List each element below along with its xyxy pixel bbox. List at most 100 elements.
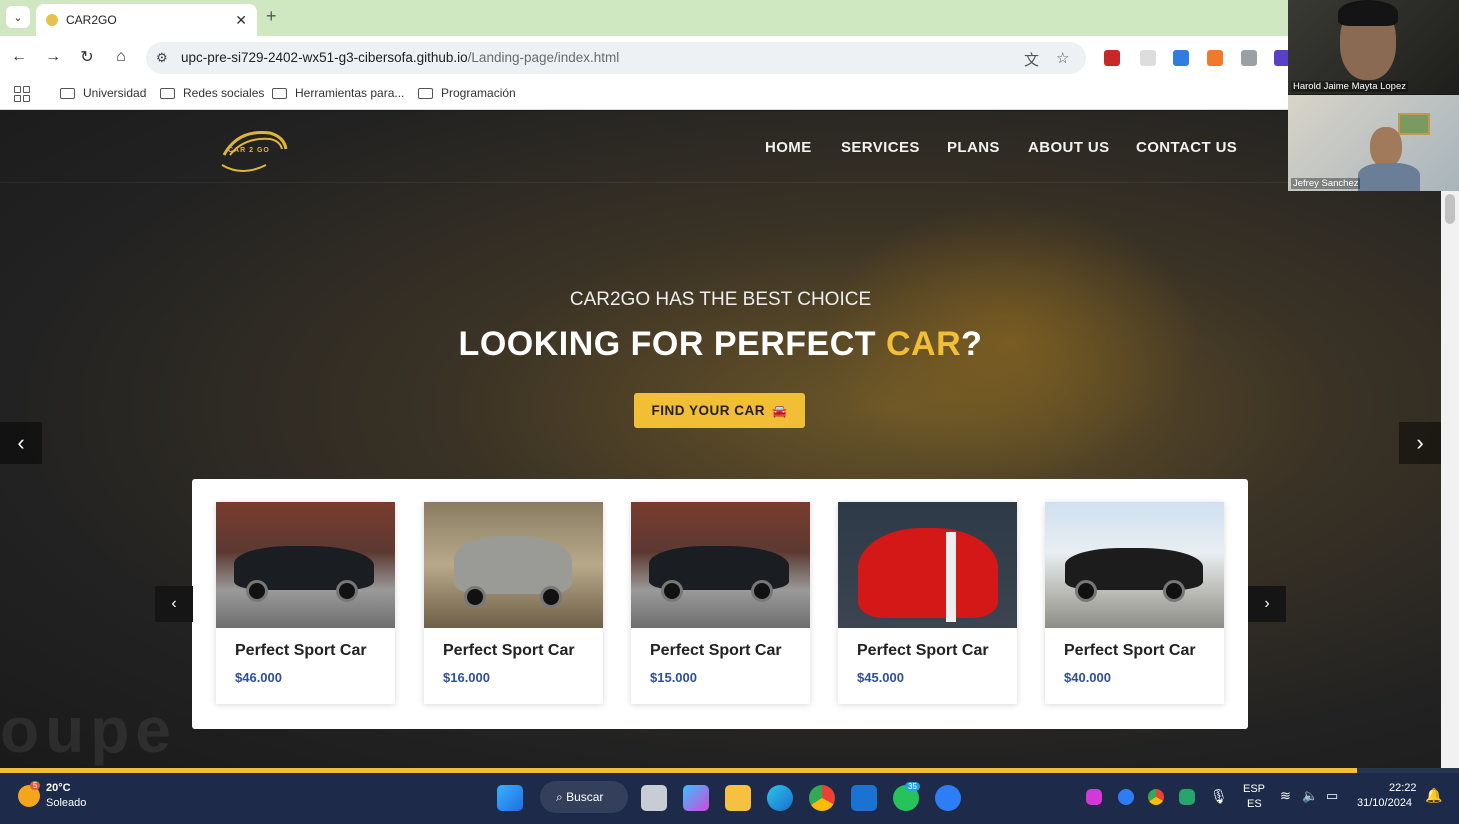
- car-image: [1045, 502, 1224, 628]
- car-icon: 🚘: [772, 403, 788, 418]
- zoom-icon[interactable]: [935, 785, 961, 811]
- video-tile[interactable]: Jefrey Sanchez: [1288, 95, 1459, 191]
- participant-name: Jefrey Sanchez: [1291, 178, 1361, 189]
- nav-home[interactable]: HOME: [765, 139, 812, 156]
- url-text: upc-pre-si729-2402-wx51-g3-cibersofa.git…: [181, 50, 620, 65]
- forward-icon[interactable]: →: [42, 46, 64, 68]
- hero-title: LOOKING FOR PERFECT CAR?: [458, 325, 983, 363]
- file-explorer-icon[interactable]: [725, 785, 751, 811]
- taskbar: 5 20°C Soleado ⌕ Buscar 35 🎙 ESP ES ≋ 🔈 …: [0, 773, 1459, 824]
- carousel-next-arrow[interactable]: ›: [1248, 586, 1286, 622]
- edge-icon[interactable]: [767, 785, 793, 811]
- car-price: $40.000: [1064, 670, 1111, 685]
- outlook-icon[interactable]: [851, 785, 877, 811]
- hero-next-arrow[interactable]: ›: [1399, 422, 1441, 464]
- car-card[interactable]: Perfect Sport Car $15.000: [631, 502, 810, 704]
- car-name: Perfect Sport Car: [857, 642, 989, 659]
- tab-title: CAR2GO: [66, 13, 117, 27]
- tray-app-icon[interactable]: [1086, 789, 1102, 805]
- security-tray-icon[interactable]: [1179, 789, 1195, 805]
- car-card[interactable]: Perfect Sport Car $16.000: [424, 502, 603, 704]
- volume-icon[interactable]: 🔈: [1302, 788, 1318, 804]
- new-tab-icon[interactable]: +: [266, 6, 277, 27]
- carousel-prev-arrow[interactable]: ‹: [155, 586, 193, 622]
- car-card[interactable]: Perfect Sport Car $40.000: [1045, 502, 1224, 704]
- address-bar[interactable]: ⚙ upc-pre-si729-2402-wx51-g3-cibersofa.g…: [146, 42, 1086, 74]
- weather-temp: 20°C: [46, 782, 71, 794]
- find-your-car-button[interactable]: FIND YOUR CAR 🚘: [634, 393, 805, 428]
- whatsapp-badge: 35: [905, 782, 920, 791]
- car-name: Perfect Sport Car: [1064, 642, 1196, 659]
- bookmarks-bar: Universidad Redes sociales Herramientas …: [0, 78, 1288, 110]
- participant-name: Harold Jaime Mayta Lopez: [1291, 81, 1408, 92]
- car-price: $46.000: [235, 670, 282, 685]
- video-tile[interactable]: Harold Jaime Mayta Lopez: [1288, 0, 1459, 94]
- folder-icon: [160, 87, 175, 99]
- car-card[interactable]: Perfect Sport Car $46.000: [216, 502, 395, 704]
- extension-icon[interactable]: [1241, 50, 1257, 66]
- task-view-icon[interactable]: [641, 785, 667, 811]
- browser-tab[interactable]: CAR2GO ✕: [36, 4, 257, 36]
- car-price: $15.000: [650, 670, 697, 685]
- car-name: Perfect Sport Car: [650, 642, 782, 659]
- start-icon[interactable]: [497, 785, 523, 811]
- background-text: oupe: [0, 694, 177, 766]
- car-name: Perfect Sport Car: [443, 642, 575, 659]
- close-icon[interactable]: ✕: [235, 12, 247, 29]
- hero-prev-arrow[interactable]: ‹: [0, 422, 42, 464]
- reload-icon[interactable]: ↻: [76, 46, 98, 68]
- tab-search-button[interactable]: ⌄: [6, 6, 30, 28]
- bookmark-folder[interactable]: Universidad: [60, 86, 146, 100]
- car-image: [838, 502, 1017, 628]
- wifi-icon[interactable]: ≋: [1280, 788, 1291, 804]
- chrome-tray-icon[interactable]: [1148, 789, 1164, 805]
- extension-icon[interactable]: [1140, 50, 1156, 66]
- nav-services[interactable]: SERVICES: [841, 139, 920, 156]
- chrome-icon[interactable]: [809, 785, 835, 811]
- car-card[interactable]: Perfect Sport Car $45.000: [838, 502, 1017, 704]
- car-price: $45.000: [857, 670, 904, 685]
- battery-icon[interactable]: ▭: [1326, 788, 1338, 804]
- microphone-icon[interactable]: 🎙: [1210, 788, 1228, 805]
- home-icon[interactable]: ⌂: [110, 46, 132, 68]
- extension-icon[interactable]: [1207, 50, 1223, 66]
- car-image: [424, 502, 603, 628]
- scroll-thumb[interactable]: [1445, 194, 1455, 224]
- browser-toolbar: ← → ↻ ⌂ ⚙ upc-pre-si729-2402-wx51-g3-cib…: [0, 36, 1290, 78]
- clock-date[interactable]: 31/10/2024: [1357, 797, 1412, 809]
- apps-icon[interactable]: [14, 86, 30, 102]
- ublock-extension-icon[interactable]: [1104, 50, 1120, 66]
- nav-plans[interactable]: PLANS: [947, 139, 1000, 156]
- extension-icon[interactable]: [1173, 50, 1189, 66]
- bookmark-folder[interactable]: Herramientas para...: [272, 86, 404, 100]
- language-code[interactable]: ESP: [1243, 783, 1265, 795]
- hero-subtitle: CAR2GO HAS THE BEST CHOICE: [569, 289, 872, 310]
- weather-badge: 5: [30, 781, 41, 790]
- folder-icon: [272, 87, 287, 99]
- page-scrollbar[interactable]: [1441, 111, 1459, 768]
- favicon-icon: [46, 14, 58, 26]
- site-header: CAR 2 GO HOME SERVICES PLANS ABOUT US CO…: [0, 111, 1441, 183]
- site-logo[interactable]: CAR 2 GO: [218, 125, 288, 173]
- car-price: $16.000: [443, 670, 490, 685]
- folder-icon: [418, 87, 433, 99]
- taskbar-search[interactable]: ⌕ Buscar: [540, 781, 628, 813]
- screen: ⌄ CAR2GO ✕ + ← → ↻ ⌂ ⚙ upc-pre-si729-240…: [0, 0, 1459, 824]
- bookmark-star-icon[interactable]: ☆: [1056, 49, 1069, 67]
- nav-contact-us[interactable]: CONTACT US: [1136, 139, 1237, 156]
- clock-time[interactable]: 22:22: [1389, 782, 1417, 794]
- tab-strip: ⌄ CAR2GO ✕ +: [0, 0, 1288, 36]
- back-icon[interactable]: ←: [8, 46, 30, 68]
- notification-bell-icon[interactable]: 🔔: [1425, 787, 1442, 804]
- copilot-icon[interactable]: [683, 785, 709, 811]
- site-info-icon[interactable]: ⚙: [156, 50, 168, 66]
- translate-icon[interactable]: 文: [1024, 49, 1039, 70]
- bookmark-folder[interactable]: Programación: [418, 86, 516, 100]
- nav-about-us[interactable]: ABOUT US: [1028, 139, 1110, 156]
- car-image: [216, 502, 395, 628]
- keyboard-layout[interactable]: ES: [1247, 798, 1262, 810]
- landing-page: oupe CAR 2 GO HOME SERVICES PLANS ABOUT …: [0, 111, 1441, 768]
- bookmark-folder[interactable]: Redes sociales: [160, 86, 264, 100]
- weather-desc: Soleado: [46, 797, 87, 809]
- zoom-tray-icon[interactable]: [1118, 789, 1134, 805]
